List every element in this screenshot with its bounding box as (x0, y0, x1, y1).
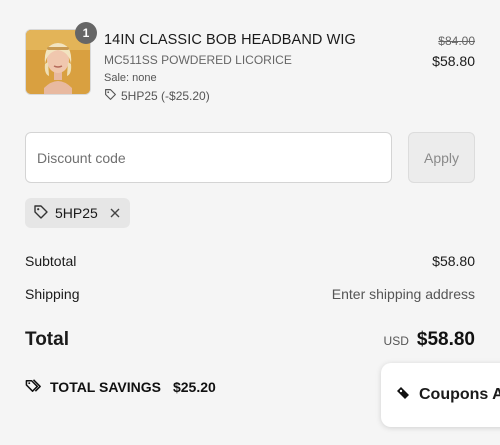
tags-icon (25, 377, 42, 397)
applied-code-label: 5HP25 (55, 205, 98, 221)
discount-code-input[interactable] (25, 132, 392, 183)
total-savings-label: TOTAL SAVINGS (50, 379, 161, 395)
total-savings: TOTAL SAVINGS $25.20 (25, 377, 216, 397)
product-variant: MC511SS POWDERED LICORICE (104, 53, 292, 67)
order-summary: 1 14IN CLASSIC BOB HEADBAND WIG MC511SS … (0, 0, 500, 445)
shipping-value: Enter shipping address (331, 286, 475, 302)
product-discount: 5HP25 (-$25.20) (104, 88, 404, 104)
total-row: Total USD $58.80 (25, 329, 475, 351)
coupons-widget-button[interactable]: Coupons A (381, 363, 500, 427)
currency-code: USD (383, 334, 409, 348)
total-savings-amount: $25.20 (172, 379, 216, 395)
subtotal-value: $58.80 (432, 253, 475, 269)
subtotal-label: Subtotal (25, 253, 77, 269)
total-value: USD $58.80 (384, 329, 475, 351)
apply-button[interactable]: Apply (408, 132, 475, 183)
line-item: 1 14IN CLASSIC BOB HEADBAND WIG MC511SS … (25, 22, 475, 111)
shipping-label: Shipping (25, 286, 80, 302)
coupons-widget-label: Coupons A (419, 386, 500, 403)
product-price: $58.80 (432, 53, 475, 69)
compare-at-price: $84.00 (438, 34, 475, 48)
quantity-badge: 1 (75, 22, 97, 44)
shipping-row: Shipping Enter shipping address (25, 286, 475, 302)
applied-discount-chip: 5HP25 (25, 198, 130, 228)
tag-icon (104, 88, 117, 104)
close-icon (110, 208, 120, 218)
total-amount: $58.80 (416, 329, 475, 350)
tag-icon (33, 204, 49, 223)
remove-code-button[interactable] (108, 206, 122, 220)
product-sale-status: Sale: none (104, 72, 157, 84)
total-label: Total (25, 329, 69, 350)
ticket-icon (395, 385, 411, 406)
product-discount-text: 5HP25 (-$25.20) (121, 89, 210, 103)
subtotal-row: Subtotal $58.80 (25, 253, 475, 269)
product-title: 14IN CLASSIC BOB HEADBAND WIG (104, 32, 356, 48)
product-info: 14IN CLASSIC BOB HEADBAND WIG MC511SS PO… (104, 32, 404, 104)
product-prices: $84.00 $58.80 (432, 34, 475, 69)
